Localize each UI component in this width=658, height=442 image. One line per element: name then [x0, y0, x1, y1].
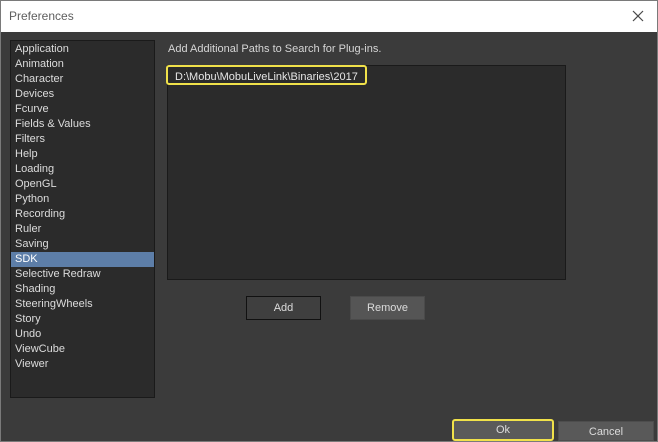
title-bar[interactable]: Preferences — [1, 1, 657, 32]
category-item-sdk[interactable]: SDK — [11, 252, 154, 267]
category-item-fields-values[interactable]: Fields & Values — [11, 117, 154, 132]
category-item-viewcube[interactable]: ViewCube — [11, 342, 154, 357]
category-item-help[interactable]: Help — [11, 147, 154, 162]
ok-button[interactable]: Ok — [452, 419, 554, 441]
preferences-window: Preferences Application Animation Characte… — [0, 0, 658, 442]
category-item-application[interactable]: Application — [11, 42, 154, 57]
category-item-undo[interactable]: Undo — [11, 327, 154, 342]
plugin-paths-list[interactable]: D:\Mobu\MobuLiveLink\Binaries\2017 — [166, 65, 566, 280]
close-button[interactable] — [625, 4, 651, 28]
category-item-opengl[interactable]: OpenGL — [11, 177, 154, 192]
close-icon — [632, 10, 644, 22]
category-item-character[interactable]: Character — [11, 72, 154, 87]
window-title: Preferences — [9, 9, 74, 23]
category-item-shading[interactable]: Shading — [11, 282, 154, 297]
category-item-story[interactable]: Story — [11, 312, 154, 327]
category-item-selective-redraw[interactable]: Selective Redraw — [11, 267, 154, 282]
category-item-filters[interactable]: Filters — [11, 132, 154, 147]
category-item-loading[interactable]: Loading — [11, 162, 154, 177]
plugin-paths-label: Add Additional Paths to Search for Plug-… — [168, 43, 382, 55]
category-item-steeringwheels[interactable]: SteeringWheels — [11, 297, 154, 312]
category-item-fcurve[interactable]: Fcurve — [11, 102, 154, 117]
category-item-devices[interactable]: Devices — [11, 87, 154, 102]
category-item-recording[interactable]: Recording — [11, 207, 154, 222]
remove-path-button[interactable]: Remove — [350, 296, 425, 320]
dialog-body: Application Animation Character Devices Fcur… — [1, 32, 657, 441]
add-path-button[interactable]: Add — [246, 296, 321, 320]
category-item-ruler[interactable]: Ruler — [11, 222, 154, 237]
category-item-saving[interactable]: Saving — [11, 237, 154, 252]
category-list[interactable]: Application Animation Character Devices Fcur… — [10, 40, 155, 398]
plugin-path-item[interactable]: D:\Mobu\MobuLiveLink\Binaries\2017 — [166, 65, 367, 85]
category-item-animation[interactable]: Animation — [11, 57, 154, 72]
category-item-python[interactable]: Python — [11, 192, 154, 207]
cancel-button[interactable]: Cancel — [558, 421, 654, 441]
category-item-viewer[interactable]: Viewer — [11, 357, 154, 372]
